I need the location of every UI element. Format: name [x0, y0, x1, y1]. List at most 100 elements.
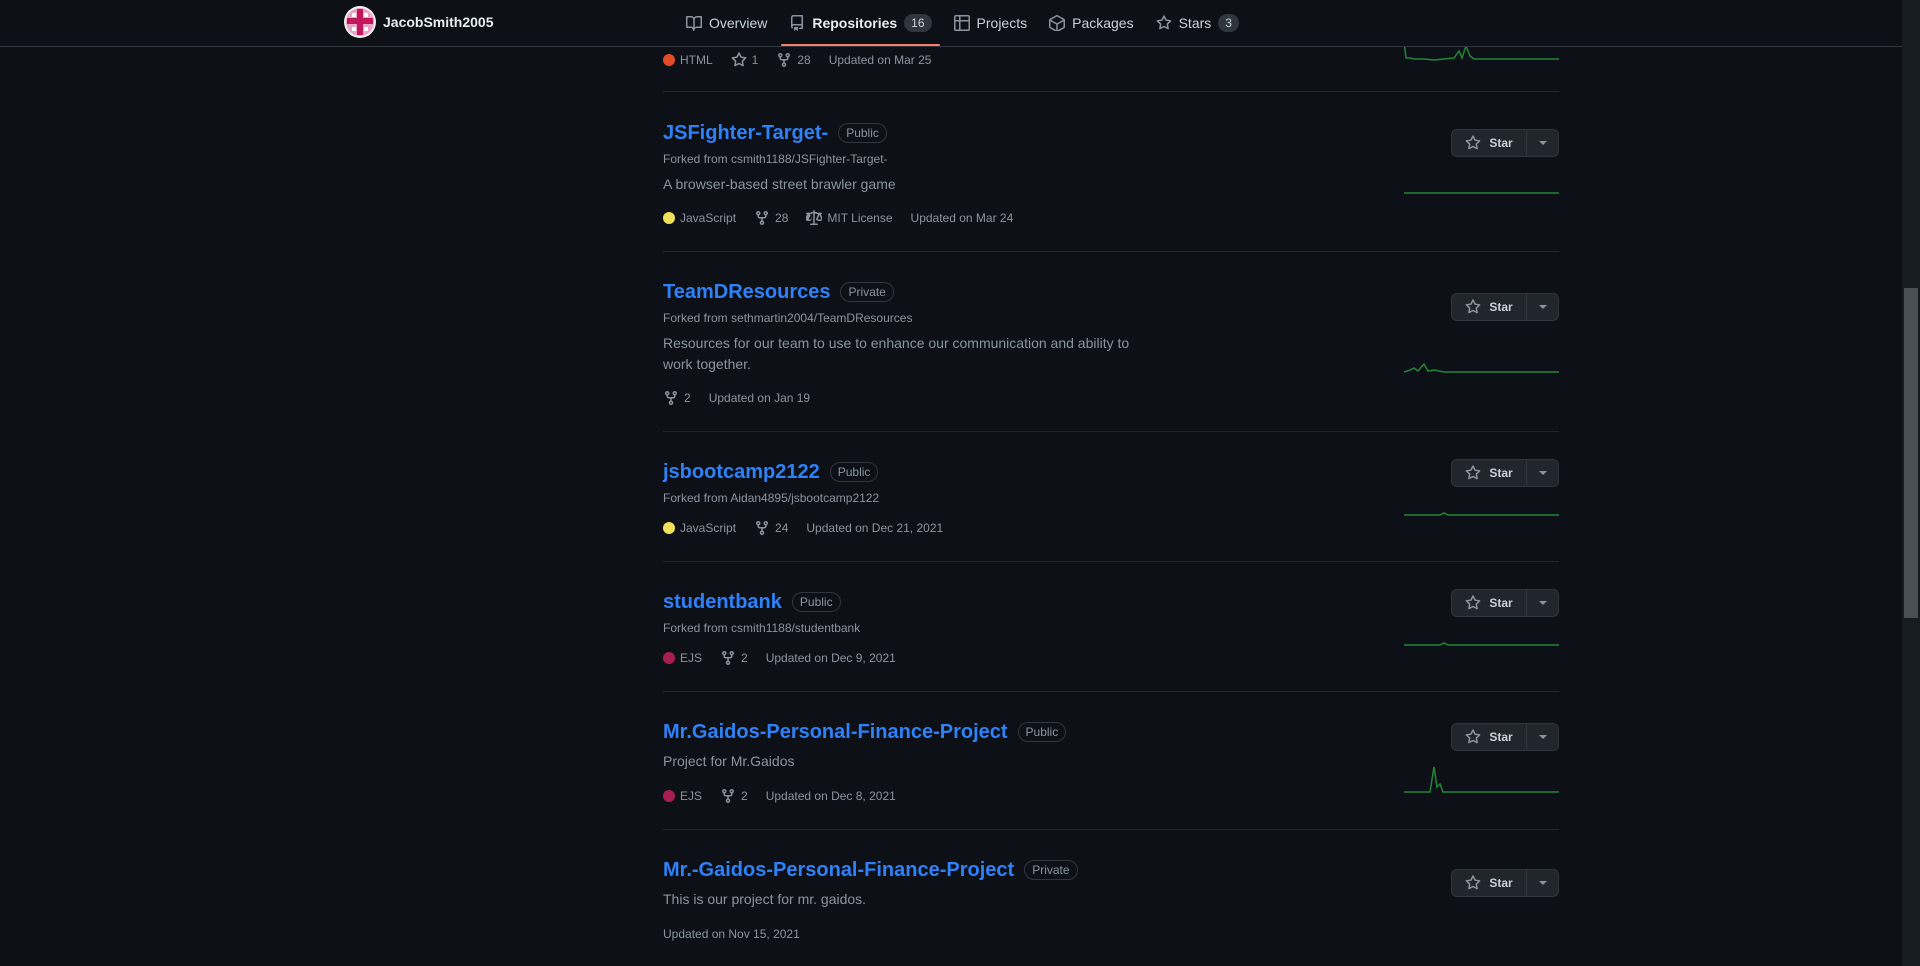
- profile-header: JacobSmith2005 Overview Repositories 16 …: [0, 0, 1902, 47]
- repo-updated: Updated on Nov 15, 2021: [663, 927, 800, 941]
- visibility-badge: Public: [791, 592, 841, 612]
- visibility-badge: Private: [840, 282, 894, 302]
- star-button-group: Star: [1451, 129, 1559, 157]
- repo-item: studentbank Public Forked from csmith118…: [663, 589, 1559, 636]
- star-icon: [1156, 15, 1171, 30]
- fork-icon: [778, 52, 791, 68]
- law-icon: [806, 210, 823, 225]
- profile-nav: Overview Repositories 16 Projects Packag…: [678, 0, 1253, 46]
- star-list-dropdown[interactable]: [1527, 460, 1558, 486]
- repo-separator: [663, 829, 1559, 830]
- language-color-dot: [663, 522, 675, 534]
- language-label: JavaScript: [680, 211, 737, 225]
- tab-stars[interactable]: Stars 3: [1148, 0, 1247, 46]
- repo-forks-link[interactable]: 24: [754, 520, 788, 536]
- star-button[interactable]: Star: [1452, 724, 1527, 750]
- star-icon: [1465, 875, 1481, 890]
- forks-count: 2: [684, 391, 691, 405]
- repo-language: EJS: [663, 651, 702, 665]
- star-icon: [1465, 465, 1481, 480]
- star-list-dropdown[interactable]: [1527, 590, 1558, 616]
- forks-count: 28: [797, 53, 811, 67]
- fork-icon: [722, 788, 735, 804]
- repo-forks-link[interactable]: 28: [754, 210, 788, 226]
- star-button-group: Star: [1451, 589, 1559, 617]
- star-button[interactable]: Star: [1452, 870, 1527, 896]
- profile-username[interactable]: JacobSmith2005: [383, 14, 494, 30]
- forked-from: Forked from csmith1188/JSFighter-Target-: [663, 152, 1559, 166]
- repo-name-link[interactable]: JSFighter-Target-: [663, 122, 828, 145]
- star-list-dropdown[interactable]: [1527, 130, 1558, 156]
- visibility-badge: Private: [1024, 860, 1078, 880]
- tab-overview[interactable]: Overview: [678, 0, 775, 46]
- star-button-group: Star: [1451, 293, 1559, 321]
- repo-name-link[interactable]: TeamDResources: [663, 281, 830, 304]
- language-color-dot: [663, 790, 675, 802]
- star-list-dropdown[interactable]: [1527, 294, 1558, 320]
- tab-repositories[interactable]: Repositories 16: [781, 0, 940, 46]
- repo-name-link[interactable]: Mr.-Gaidos-Personal-Finance-Project: [663, 859, 1014, 882]
- repo-forks-link[interactable]: 28: [776, 52, 811, 68]
- page-scrollbar[interactable]: [1902, 0, 1920, 966]
- stars-count: 1: [751, 53, 759, 67]
- repo-stars-link[interactable]: 1: [731, 52, 759, 68]
- activity-sparkline: [1404, 192, 1559, 194]
- chevron-down-icon: [1538, 601, 1547, 605]
- repo-forks-link[interactable]: 2: [720, 788, 748, 804]
- repo-separator: [663, 431, 1559, 432]
- star-icon: [1465, 135, 1481, 150]
- forked-prefix: Forked from: [663, 491, 728, 505]
- visibility-badge: Public: [829, 462, 879, 482]
- repo-meta: EJS 2 Updated on Dec 9, 2021: [663, 650, 914, 666]
- repo-forks-link[interactable]: 2: [663, 390, 691, 406]
- tab-overview-label: Overview: [709, 15, 768, 31]
- chevron-down-icon: [1538, 141, 1547, 145]
- user-avatar[interactable]: [344, 6, 376, 38]
- chevron-down-icon: [1538, 735, 1547, 739]
- forked-prefix: Forked from: [663, 311, 728, 325]
- scrollbar-thumb[interactable]: [1904, 288, 1918, 618]
- repo-description: Resources for our team to use to enhance…: [663, 335, 1130, 372]
- repo-updated: Updated on Dec 21, 2021: [806, 521, 944, 535]
- repo-name-link[interactable]: studentbank: [663, 591, 782, 614]
- star-button[interactable]: Star: [1452, 130, 1527, 156]
- forked-from-link[interactable]: sethmartin2004/TeamDResources: [731, 311, 912, 325]
- forked-from: Forked from sethmartin2004/TeamDResource…: [663, 311, 1559, 325]
- repo-meta: JavaScript 24 Updated on Dec 21, 2021: [663, 520, 961, 536]
- forks-count: 2: [741, 789, 748, 803]
- forks-count: 24: [775, 521, 789, 535]
- forked-from-link[interactable]: csmith1188/studentbank: [731, 621, 860, 635]
- language-label: HTML: [680, 53, 713, 67]
- repo-name-link[interactable]: Mr.Gaidos-Personal-Finance-Project: [663, 721, 1008, 744]
- forked-from-link[interactable]: csmith1188/JSFighter-Target-: [731, 152, 888, 166]
- star-button[interactable]: Star: [1452, 294, 1527, 320]
- star-button-group: Star: [1451, 869, 1559, 897]
- repo-name-link[interactable]: jsbootcamp2122: [663, 461, 820, 484]
- repo-language: HTML: [663, 53, 713, 67]
- tab-projects-label: Projects: [976, 15, 1028, 31]
- language-label: JavaScript: [680, 521, 737, 535]
- star-list-dropdown[interactable]: [1527, 870, 1558, 896]
- star-list-dropdown[interactable]: [1527, 724, 1558, 750]
- tab-stars-label: Stars: [1178, 15, 1212, 31]
- activity-sparkline: [1404, 766, 1559, 793]
- language-label: EJS: [680, 789, 703, 803]
- tab-projects[interactable]: Projects: [946, 0, 1036, 46]
- star-button[interactable]: Star: [1452, 460, 1527, 486]
- forked-prefix: Forked from: [663, 152, 728, 166]
- activity-sparkline: [1404, 362, 1559, 373]
- tab-packages[interactable]: Packages: [1041, 0, 1141, 46]
- forked-from-link[interactable]: Aidan4895/jsbootcamp2122: [730, 491, 879, 505]
- repo-meta-top: HTML 1 28 Updated on Mar 25: [663, 52, 949, 68]
- activity-sparkline: [1404, 642, 1559, 646]
- repo-item: Mr.-Gaidos-Personal-Finance-Project Priv…: [663, 857, 1559, 910]
- chevron-down-icon: [1538, 305, 1547, 309]
- star-button[interactable]: Star: [1452, 590, 1527, 616]
- repo-updated: Updated on Mar 24: [910, 211, 1014, 225]
- repo-forks-link[interactable]: 2: [720, 650, 748, 666]
- fork-icon: [722, 650, 735, 666]
- language-label: EJS: [680, 651, 703, 665]
- book-icon: [686, 15, 702, 31]
- chevron-down-icon: [1538, 881, 1547, 885]
- forks-count: 2: [741, 651, 748, 665]
